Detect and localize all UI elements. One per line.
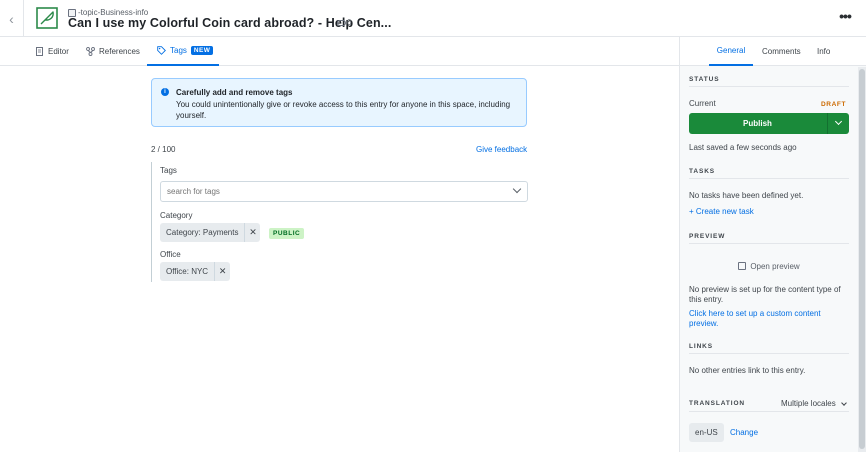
chevron-down-icon[interactable] bbox=[512, 184, 522, 194]
draft-badge: DRAFT bbox=[821, 101, 847, 108]
current-label: Current bbox=[689, 99, 716, 108]
document-icon bbox=[36, 47, 43, 56]
open-preview-label: Open preview bbox=[750, 261, 800, 271]
tab-comments[interactable]: Comments bbox=[762, 37, 801, 66]
scrollbar-thumb[interactable] bbox=[859, 69, 865, 449]
notice-title: Carefully add and remove tags bbox=[176, 88, 293, 97]
preview-heading: PREVIEW bbox=[689, 233, 726, 240]
category-label: Category bbox=[160, 211, 193, 220]
tags-field-group: Tags Category Category: Payments ✕ PUBLI… bbox=[151, 162, 528, 282]
remove-tag-icon[interactable]: ✕ bbox=[214, 262, 230, 281]
tag-pill-text: Category: Payments bbox=[166, 228, 239, 237]
setup-preview-link[interactable]: Click here to set up a custom content pr… bbox=[689, 309, 847, 329]
give-feedback-link[interactable]: Give feedback bbox=[476, 145, 527, 154]
locale-badge: en-US bbox=[689, 423, 724, 442]
open-preview-button[interactable]: Open preview bbox=[689, 257, 849, 275]
tab-editor-label: Editor bbox=[48, 47, 69, 56]
tag-pill-category: Category: Payments ✕ bbox=[160, 223, 261, 242]
editor-tabs: Editor References Tags NEW bbox=[0, 37, 679, 66]
entry-header: ‹ -topic-Business-info Can I use my Colo… bbox=[0, 0, 866, 37]
tag-search-input[interactable] bbox=[161, 182, 491, 201]
preview-message: No preview is set up for the content typ… bbox=[689, 285, 841, 304]
tags-label: Tags bbox=[160, 166, 177, 175]
section-divider bbox=[689, 178, 849, 179]
remove-tag-icon[interactable]: ✕ bbox=[244, 223, 260, 242]
tags-panel: i Carefully add and remove tags You coul… bbox=[0, 66, 679, 452]
viewer-count-value: 0 bbox=[347, 18, 352, 27]
chevron-left-icon: ‹ bbox=[9, 10, 14, 27]
links-heading: LINKS bbox=[689, 343, 713, 350]
locale-selector-label: Multiple locales bbox=[781, 399, 836, 408]
entry-sidebar: General Comments Info STATUS Current DRA… bbox=[679, 37, 866, 452]
tab-tags-label: Tags bbox=[170, 46, 187, 55]
viewers-icon bbox=[337, 19, 346, 26]
publish-button[interactable]: Publish bbox=[689, 113, 849, 134]
info-icon: i bbox=[161, 88, 169, 96]
tag-pill-text: Office: NYC bbox=[166, 267, 209, 276]
chevron-down-icon bbox=[840, 399, 847, 406]
create-task-link[interactable]: + Create new task bbox=[689, 207, 754, 217]
tag-pill-office: Office: NYC ✕ bbox=[160, 262, 231, 281]
change-locale-link[interactable]: Change bbox=[730, 428, 758, 437]
tab-tags[interactable]: Tags NEW bbox=[147, 37, 219, 66]
translation-heading: TRANSLATION bbox=[689, 400, 745, 407]
publish-options-chevron-icon[interactable] bbox=[827, 113, 849, 134]
publish-label: Publish bbox=[743, 119, 772, 128]
plus-icon: + bbox=[689, 207, 696, 216]
status-heading: STATUS bbox=[689, 76, 720, 83]
office-label: Office bbox=[160, 250, 181, 259]
back-button[interactable]: ‹ bbox=[0, 0, 24, 37]
section-divider bbox=[689, 243, 849, 244]
viewer-count: 0 bbox=[337, 18, 351, 27]
entry-feather-icon bbox=[36, 7, 58, 29]
public-badge: PUBLIC bbox=[269, 228, 305, 239]
no-tasks-text: No tasks have been defined yet. bbox=[689, 191, 804, 200]
sidebar-scrollbar[interactable] bbox=[858, 67, 866, 452]
warning-notice: i Carefully add and remove tags You coul… bbox=[151, 78, 527, 127]
tag-search-box[interactable] bbox=[160, 181, 528, 202]
tab-references-label: References bbox=[99, 47, 140, 56]
tag-counter: 2 / 100 bbox=[151, 145, 176, 154]
tab-general[interactable]: General bbox=[709, 37, 753, 66]
tab-references[interactable]: References bbox=[86, 37, 140, 66]
tab-editor[interactable]: Editor bbox=[35, 37, 69, 66]
tag-icon bbox=[157, 46, 166, 55]
tab-info[interactable]: Info bbox=[817, 37, 830, 66]
section-divider bbox=[689, 411, 849, 412]
more-actions-button[interactable]: ••• bbox=[836, 8, 854, 26]
new-badge: NEW bbox=[190, 46, 214, 55]
references-icon bbox=[86, 47, 95, 56]
tasks-heading: TASKS bbox=[689, 168, 716, 175]
last-saved-text: Last saved a few seconds ago bbox=[689, 143, 797, 152]
links-text: No other entries link to this entry. bbox=[689, 366, 806, 375]
external-link-icon bbox=[738, 262, 747, 270]
sidebar-tabs: General Comments Info bbox=[680, 37, 866, 66]
locale-selector[interactable]: Multiple locales bbox=[781, 399, 847, 408]
create-task-label: Create new task bbox=[695, 207, 754, 216]
notice-body: You could unintentionally give or revoke… bbox=[176, 100, 511, 120]
section-divider bbox=[689, 353, 849, 354]
section-divider bbox=[689, 86, 849, 87]
